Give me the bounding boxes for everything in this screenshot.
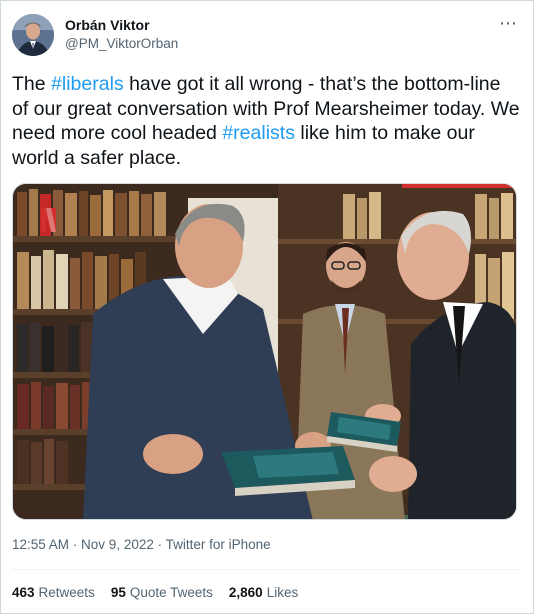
tweet-text: The #liberals have got it all wrong - th… [12, 72, 522, 170]
more-horizontal-icon[interactable]: ⋯ [499, 13, 518, 34]
meta-separator: · [69, 537, 82, 552]
author-handle[interactable]: @PM_ViktorOrban [65, 36, 178, 51]
quote-tweets-label: Quote Tweets [129, 585, 213, 600]
likes-label: Likes [266, 585, 299, 600]
retweets-label: Retweets [38, 585, 95, 600]
tweet-text-part: The [12, 73, 52, 95]
divider [12, 569, 522, 570]
author-display-name[interactable]: Orbán Viktor [65, 17, 150, 33]
hashtag-realists-link[interactable]: #realists [222, 122, 295, 144]
likes-count: 2,860 [228, 585, 263, 600]
avatar[interactable] [12, 14, 54, 56]
tweet-meta: 12:55 AM · Nov 9, 2022 · Twitter for iPh… [12, 537, 271, 552]
tweet-source-link[interactable]: Twitter for iPhone [166, 537, 271, 552]
meta-separator: · [153, 537, 166, 552]
tweet-photo[interactable] [12, 183, 517, 520]
tweet-time-link[interactable]: 12:55 AM [12, 537, 69, 552]
retweets-stat[interactable]: 463 Retweets [12, 585, 95, 600]
quote-tweets-stat[interactable]: 95 Quote Tweets [111, 585, 213, 600]
likes-stat[interactable]: 2,860 Likes [229, 585, 298, 600]
retweets-count: 463 [12, 585, 35, 600]
tweet-stats: 463 Retweets 95 Quote Tweets 2,860 Likes [12, 585, 314, 600]
avatar-portrait-icon [12, 14, 54, 56]
tweet-date-link[interactable]: Nov 9, 2022 [81, 537, 154, 552]
hashtag-liberals-link[interactable]: #liberals [51, 73, 124, 95]
photo-illustration [13, 184, 516, 519]
quote-tweets-count: 95 [110, 585, 126, 600]
